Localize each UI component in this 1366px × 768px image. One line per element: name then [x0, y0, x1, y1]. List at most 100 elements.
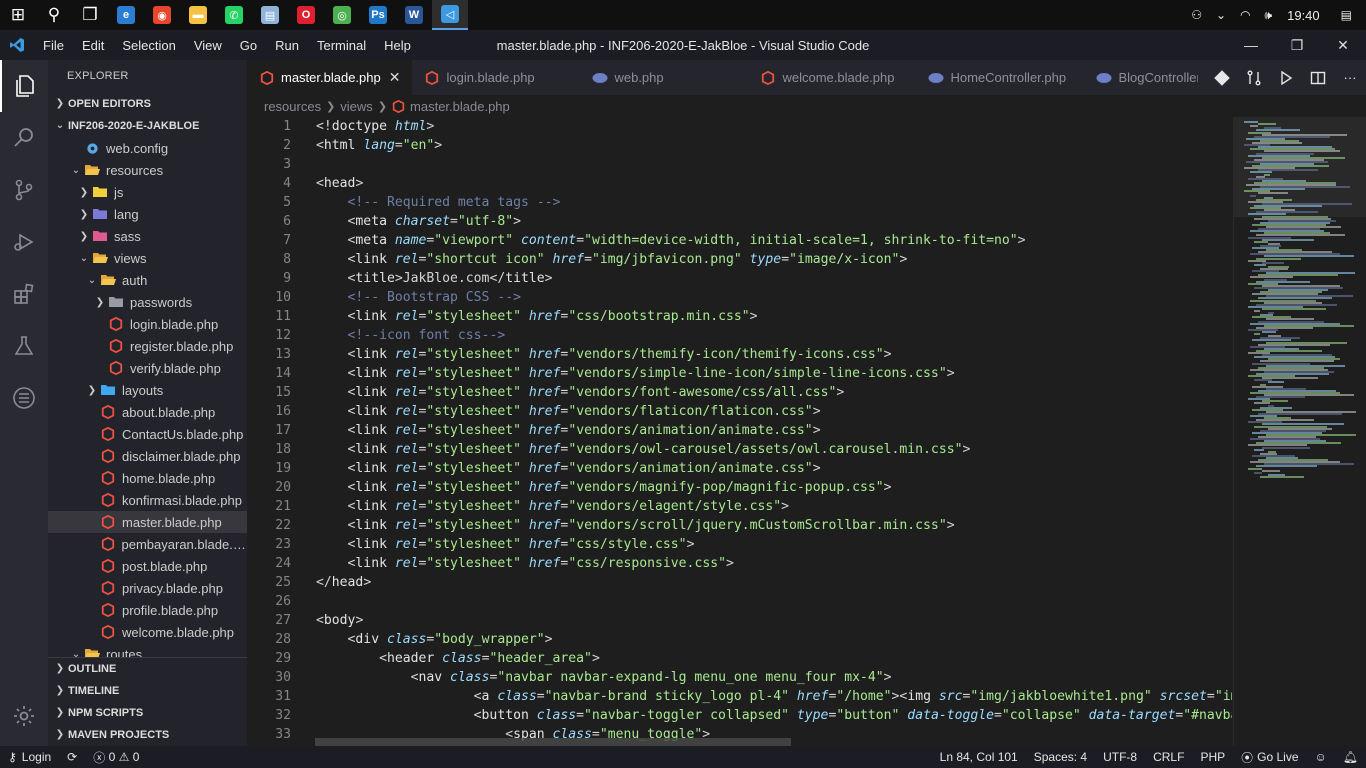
tree-item[interactable]: web.config [48, 137, 247, 159]
more-actions-icon[interactable]: ··· [1334, 70, 1366, 85]
tab-master-blade-php[interactable]: master.blade.php ✕ [247, 60, 413, 95]
breadcrumb-item[interactable]: resources [264, 99, 321, 114]
tree-item[interactable]: verify.blade.php [48, 357, 247, 379]
code-token: > [355, 613, 364, 628]
encoding[interactable]: UTF-8 [1095, 750, 1145, 764]
source-control-icon[interactable] [0, 164, 48, 216]
remote-login[interactable]: ⚷ Login [0, 750, 59, 764]
minimize-icon[interactable]: — [1228, 30, 1274, 60]
breadcrumb-item[interactable]: views [340, 99, 373, 114]
explorer-icon[interactable] [0, 60, 48, 112]
clock[interactable]: 19:40 [1279, 8, 1334, 23]
menu-selection[interactable]: Selection [113, 38, 184, 53]
indentation[interactable]: Spaces: 4 [1026, 750, 1095, 764]
minimap[interactable] [1233, 117, 1366, 746]
tree-item[interactable]: welcome.blade.php [48, 621, 247, 643]
taskbar-edge-icon[interactable]: e [108, 0, 144, 30]
menu-terminal[interactable]: Terminal [308, 38, 375, 53]
testing-flask-icon[interactable] [0, 320, 48, 372]
go-live-button[interactable]: ⦿ Go Live [1233, 749, 1306, 766]
tree-item[interactable]: master.blade.php [48, 511, 247, 533]
cursor-position[interactable]: Ln 84, Col 101 [932, 750, 1026, 764]
tab-login-blade-php[interactable]: login.blade.php [412, 60, 580, 95]
taskbar-task-view-icon[interactable]: ❐ [72, 0, 108, 30]
tree-item[interactable]: ContactUs.blade.php [48, 423, 247, 445]
menu-view[interactable]: View [185, 38, 231, 53]
close-window-icon[interactable]: ✕ [1320, 30, 1366, 60]
search-icon[interactable] [0, 112, 48, 164]
tree-item[interactable]: ⌄ resources [48, 159, 247, 181]
language-mode[interactable]: PHP [1192, 750, 1233, 764]
tree-item[interactable]: privacy.blade.php [48, 577, 247, 599]
code-editor[interactable]: 1 <!doctype html> 2 <html lang="en"> 3 4 <head… [247, 117, 1232, 746]
taskbar-vscode-icon[interactable]: ◁ [432, 0, 468, 30]
tab-web-php[interactable]: web.php [580, 60, 748, 95]
tree-item[interactable]: pembayaran.blade.p... [48, 533, 247, 555]
taskbar-app-red-icon[interactable]: ◉ [144, 0, 180, 30]
code-token: data-target [1088, 708, 1176, 723]
section-maven-projects[interactable]: ❯ MAVEN PROJECTS [48, 724, 247, 746]
bell-icon[interactable]: 🔔︎ [1335, 750, 1366, 764]
tab-homecontroller-php[interactable]: HomeController.php [916, 60, 1084, 95]
taskbar-word-icon[interactable]: W [396, 0, 432, 30]
taskbar-file-explorer-icon[interactable]: ▬ [180, 0, 216, 30]
settings-gear-icon[interactable] [0, 690, 48, 742]
tree-item[interactable]: post.blade.php [48, 555, 247, 577]
problems-indicator[interactable]: ⓧ 0 ⚠ 0 [85, 749, 147, 766]
menu-edit[interactable]: Edit [73, 38, 113, 53]
section-outline[interactable]: ❯ OUTLINE [48, 658, 247, 680]
feedback-icon[interactable]: ☺ [1307, 750, 1335, 764]
tab-welcome-blade-php[interactable]: welcome.blade.php [748, 60, 916, 95]
tree-item[interactable]: konfirmasi.blade.php [48, 489, 247, 511]
git-icon[interactable] [1206, 69, 1238, 86]
remote-explorer-icon[interactable] [0, 372, 48, 424]
sync-icon[interactable]: ⟳ [59, 750, 85, 764]
tree-item[interactable]: ❯ js [48, 181, 247, 203]
people-icon[interactable]: ⚇ [1184, 8, 1209, 22]
chevron-up-icon[interactable]: ⌄ [1209, 8, 1233, 22]
tree-item[interactable]: login.blade.php [48, 313, 247, 335]
tree-item[interactable]: ❯ passwords [48, 291, 247, 313]
taskbar-opera-icon[interactable]: O [288, 0, 324, 30]
volume-icon[interactable]: 🕪 [1258, 8, 1280, 23]
tree-item[interactable]: home.blade.php [48, 467, 247, 489]
menu-help[interactable]: Help [375, 38, 420, 53]
tree-item[interactable]: ⌄ views [48, 247, 247, 269]
taskbar-search-icon[interactable]: ⚲ [36, 0, 72, 30]
taskbar-windows-start-icon[interactable]: ⊞ [0, 0, 36, 30]
wifi-icon[interactable]: ◠ [1233, 8, 1257, 22]
taskbar-whatsapp-icon[interactable]: ✆ [216, 0, 252, 30]
menu-file[interactable]: File [34, 38, 73, 53]
project-section[interactable]: ⌄ INF206-2020-E-JAKBLOE [48, 115, 247, 137]
taskbar-notes-icon[interactable]: ▤ [252, 0, 288, 30]
line-content: <header class="header_area"> [291, 649, 600, 668]
tree-item[interactable]: ⌄ auth [48, 269, 247, 291]
tree-item[interactable]: profile.blade.php [48, 599, 247, 621]
open-editors-section[interactable]: ❯ OPEN EDITORS [48, 93, 247, 115]
tree-item[interactable]: ❯ lang [48, 203, 247, 225]
line-content: <meta charset="utf-8"> [291, 212, 521, 231]
section-timeline[interactable]: ❯ TIMELINE [48, 680, 247, 702]
notification-icon[interactable]: ▤ [1334, 8, 1366, 22]
line-ending[interactable]: CRLF [1145, 750, 1192, 764]
run-icon[interactable] [1270, 70, 1302, 86]
taskbar-photoshop-icon[interactable]: Ps [360, 0, 396, 30]
extensions-icon[interactable] [0, 268, 48, 320]
section-npm-scripts[interactable]: ❯ NPM SCRIPTS [48, 702, 247, 724]
tree-item[interactable]: disclaimer.blade.php [48, 445, 247, 467]
split-editor-icon[interactable] [1302, 70, 1334, 86]
menu-run[interactable]: Run [266, 38, 308, 53]
horizontal-scrollbar[interactable] [315, 738, 791, 746]
php-file-icon [592, 70, 608, 86]
tree-item[interactable]: register.blade.php [48, 335, 247, 357]
run-debug-icon[interactable] [0, 216, 48, 268]
compare-changes-icon[interactable] [1238, 70, 1270, 86]
tree-item[interactable]: ❯ layouts [48, 379, 247, 401]
close-tab-icon[interactable]: ✕ [389, 69, 401, 86]
breadcrumb-item[interactable]: master.blade.php [410, 99, 510, 114]
tree-item[interactable]: about.blade.php [48, 401, 247, 423]
menu-go[interactable]: Go [231, 38, 266, 53]
restore-icon[interactable]: ❐ [1274, 30, 1320, 60]
taskbar-chrome-icon[interactable]: ◎ [324, 0, 360, 30]
tree-item[interactable]: ❯ sass [48, 225, 247, 247]
